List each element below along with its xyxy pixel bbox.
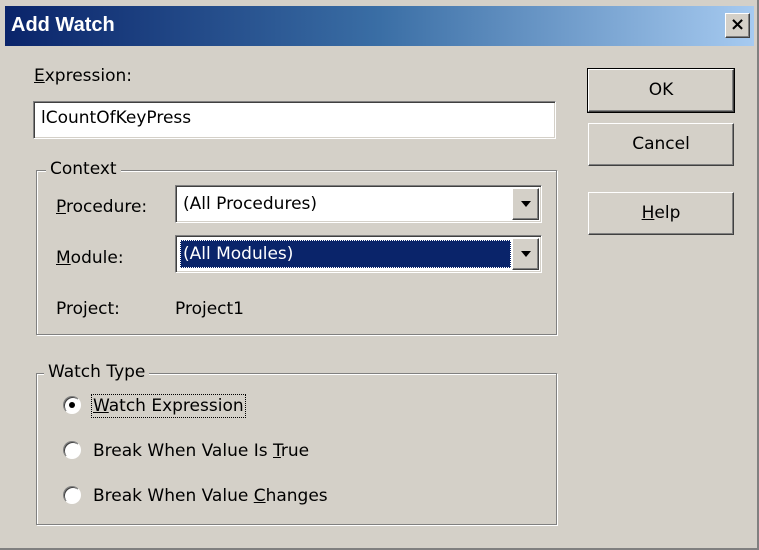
module-value: (All Modules) (180, 240, 511, 268)
radio-label-focus: Watch Expression (91, 394, 246, 418)
add-watch-dialog: Add Watch × Expression: lCountOfKeyPress… (0, 0, 759, 550)
module-label-text: odule: (70, 248, 124, 268)
title-bar[interactable]: Add Watch × (5, 6, 754, 46)
radio-label: Break When Value Is True (93, 438, 309, 464)
watch-type-legend: Watch Type (44, 362, 150, 382)
radio-label-text: Break When Value Is (93, 441, 273, 461)
radio-break-when-changes[interactable]: Break When Value Changes (63, 483, 383, 509)
radio-watch-expression[interactable]: Watch Expression (63, 393, 363, 419)
radio-selected-dot (69, 402, 75, 408)
expression-label: Expression: (34, 66, 132, 86)
arrow-glyph (521, 201, 531, 207)
radio-button-icon[interactable] (63, 396, 81, 414)
expression-input[interactable]: lCountOfKeyPress (33, 101, 556, 139)
module-label: Module: (56, 248, 124, 268)
context-legend: Context (46, 159, 121, 179)
project-label: Project: (56, 299, 120, 319)
chevron-down-icon[interactable] (512, 188, 539, 220)
radio-label-accel: T (273, 441, 281, 461)
help-button-accel: H (641, 203, 655, 223)
procedure-label-text: rocedure: (65, 197, 148, 217)
radio-label: Watch Expression (91, 393, 246, 419)
radio-label-text: atch Expression (108, 396, 244, 416)
procedure-value: (All Procedures) (183, 194, 318, 214)
close-icon[interactable]: × (725, 13, 750, 38)
radio-label-accel: W (93, 396, 109, 416)
radio-label: Break When Value Changes (93, 483, 328, 509)
ok-button[interactable]: OK (587, 68, 735, 113)
window-title: Add Watch (11, 14, 115, 36)
cancel-button[interactable]: Cancel (588, 123, 734, 166)
radio-button-icon[interactable] (63, 441, 81, 459)
expression-label-accel: E (34, 66, 45, 86)
radio-break-when-true[interactable]: Break When Value Is True (63, 438, 383, 464)
help-button-text: elp (654, 203, 681, 223)
help-button[interactable]: Help (588, 192, 734, 235)
arrow-glyph (521, 251, 531, 257)
procedure-label: Procedure: (56, 197, 147, 217)
procedure-label-accel: P (56, 197, 66, 217)
module-combo[interactable]: (All Modules) (175, 235, 542, 273)
radio-label-accel: C (253, 486, 266, 506)
radio-label-text: Break When Value (93, 486, 254, 506)
project-value: Project1 (175, 299, 244, 319)
radio-label-text: rue (280, 441, 310, 461)
chevron-down-icon[interactable] (512, 238, 539, 270)
procedure-combo[interactable]: (All Procedures) (175, 185, 542, 223)
module-label-accel: M (56, 248, 71, 268)
radio-button-icon[interactable] (63, 486, 81, 504)
radio-label-text: hanges (265, 486, 328, 506)
expression-label-text: xpression: (44, 66, 133, 86)
